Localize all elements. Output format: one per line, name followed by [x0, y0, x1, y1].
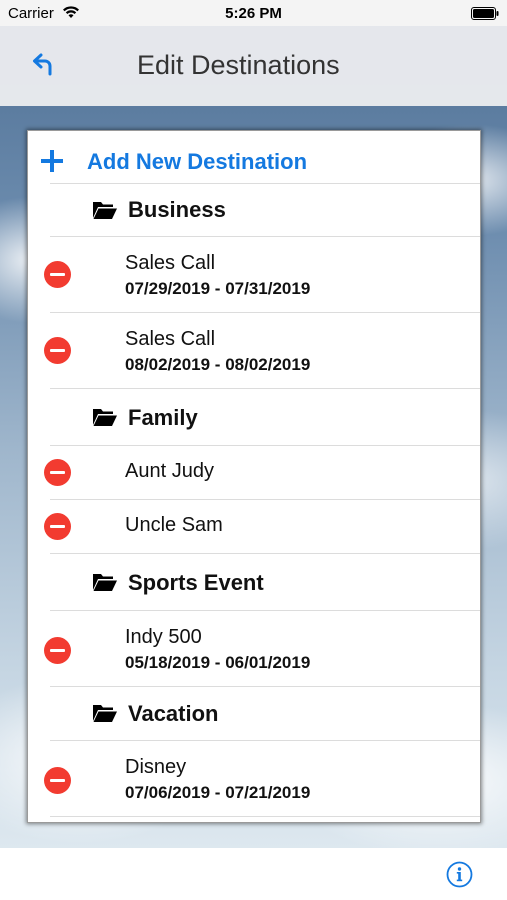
list-item[interactable]: Sales Call 07/29/2019 - 07/31/2019 [28, 237, 480, 312]
add-destination-button[interactable]: Add New Destination [28, 131, 480, 184]
plus-icon [41, 150, 63, 172]
undo-arrow-icon[interactable] [30, 52, 56, 78]
group-label: Vacation [128, 701, 219, 726]
destination-name: Aunt Judy [125, 460, 214, 482]
group-header-sports-event: Sports Event [28, 554, 480, 610]
open-folder-icon [93, 574, 117, 591]
group-label: Sports Event [128, 570, 264, 595]
group-label: Business [128, 197, 226, 222]
delete-icon[interactable] [44, 637, 71, 664]
list-item[interactable]: Disney 07/06/2019 - 07/21/2019 [28, 741, 480, 816]
delete-icon[interactable] [44, 513, 71, 540]
destination-name: Sales Call [125, 328, 216, 350]
list-item[interactable]: Aunt Judy [28, 446, 480, 499]
group-header-family: Family [28, 389, 480, 445]
destination-dates: 07/29/2019 - 07/31/2019 [125, 279, 311, 298]
destination-dates: 08/02/2019 - 08/02/2019 [125, 355, 311, 374]
group-header-vacation: Vacation [28, 687, 480, 740]
open-folder-icon [93, 705, 117, 722]
page-title: Edit Destinations [137, 50, 340, 80]
info-icon[interactable] [446, 861, 473, 888]
status-bar: Carrier 5:26 PM [0, 0, 507, 26]
group-header-business: Business [28, 184, 480, 236]
destination-name: Uncle Sam [125, 514, 223, 536]
destination-name: Disney [125, 756, 187, 778]
list-item[interactable]: Sales Call 08/02/2019 - 08/02/2019 [28, 313, 480, 388]
navigation-bar: Edit Destinations [0, 26, 507, 106]
destination-name: Sales Call [125, 252, 216, 274]
open-folder-icon [93, 409, 117, 426]
delete-icon[interactable] [44, 337, 71, 364]
delete-icon[interactable] [44, 459, 71, 486]
list-item[interactable]: Uncle Sam [28, 500, 480, 553]
delete-icon[interactable] [44, 767, 71, 794]
destination-dates: 07/06/2019 - 07/21/2019 [125, 783, 311, 802]
destinations-list: Add New Destination Business Sales Call … [27, 130, 481, 823]
list-item[interactable]: Indy 500 05/18/2019 - 06/01/2019 [28, 611, 480, 686]
destination-name: Indy 500 [125, 626, 202, 648]
group-label: Family [128, 405, 198, 430]
divider [50, 816, 480, 817]
bottom-toolbar [0, 848, 507, 900]
add-destination-label: Add New Destination [87, 149, 308, 174]
open-folder-icon [93, 202, 117, 219]
delete-icon[interactable] [44, 261, 71, 288]
battery-icon [471, 7, 499, 20]
destination-dates: 05/18/2019 - 06/01/2019 [125, 653, 311, 672]
status-time: 5:26 PM [225, 5, 282, 22]
